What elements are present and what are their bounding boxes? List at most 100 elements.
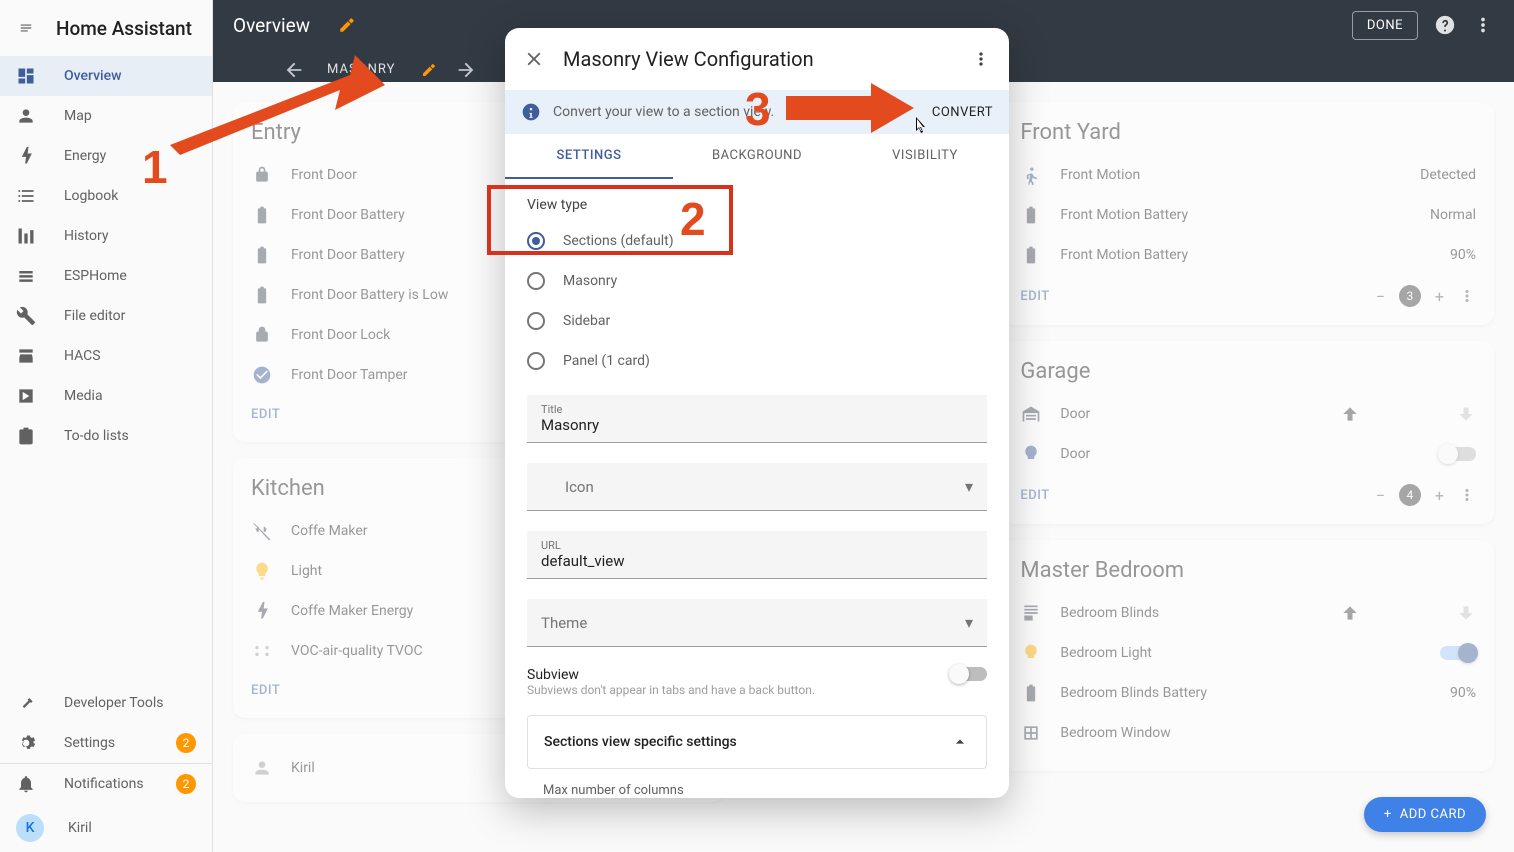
sections-settings-expander[interactable]: Sections view specific settings [527, 715, 987, 769]
entity-row[interactable]: Door [1020, 434, 1476, 474]
edit-button[interactable]: EDIT [251, 683, 280, 698]
menu-toggle-icon[interactable] [16, 21, 36, 35]
sidebar-item-overview[interactable]: Overview [0, 56, 212, 96]
radio-masonry[interactable]: Masonry [527, 261, 987, 301]
overflow-icon[interactable] [1458, 486, 1476, 504]
molecule-icon [251, 641, 273, 661]
edit-button[interactable]: EDIT [251, 407, 280, 422]
tab-next-icon[interactable] [455, 59, 477, 81]
radio-sections[interactable]: Sections (default) [527, 221, 987, 261]
entity-row[interactable]: Front Motion Battery90% [1020, 235, 1476, 275]
sidebar-item-map[interactable]: Map [0, 96, 212, 136]
pencil-icon[interactable] [338, 16, 356, 34]
entity-value: Detected [1420, 167, 1476, 183]
battery-icon [1020, 683, 1042, 703]
sidebar-user[interactable]: K Kiril [0, 804, 212, 852]
sidebar-item-settings[interactable]: Settings 2 [0, 723, 212, 763]
sidebar-item-history[interactable]: History [0, 216, 212, 256]
entity-row[interactable]: Bedroom Blinds Battery90% [1020, 673, 1476, 713]
field-label: Icon [541, 478, 965, 496]
sidebar-item-label: Settings [64, 735, 115, 751]
sidebar-item-devtools[interactable]: Developer Tools [0, 683, 212, 723]
battery-icon [1020, 205, 1042, 225]
sidebar-item-label: Notifications [64, 776, 144, 792]
arrow-down-icon[interactable] [1456, 404, 1476, 424]
entity-row[interactable]: Door [1020, 394, 1476, 434]
field-value: Masonry [541, 416, 973, 434]
subview-toggle[interactable] [951, 667, 987, 681]
entity-row[interactable]: Front Motion BatteryNormal [1020, 195, 1476, 235]
entity-name: Bedroom Light [1060, 645, 1422, 661]
sidebar-item-notifications[interactable]: Notifications 2 [0, 764, 212, 804]
overflow-icon[interactable] [971, 49, 991, 69]
plus-icon[interactable]: + [1435, 486, 1444, 505]
plus-icon[interactable]: + [1435, 287, 1444, 306]
store-icon [16, 346, 36, 366]
tab-settings[interactable]: SETTINGS [505, 134, 673, 179]
sidebar-item-todo[interactable]: To-do lists [0, 416, 212, 456]
toggle-switch[interactable] [1440, 646, 1476, 660]
tab-background[interactable]: BACKGROUND [673, 134, 841, 179]
field-label: Theme [541, 614, 965, 632]
title-field[interactable]: Title Masonry [527, 395, 987, 443]
icon-field[interactable]: Icon ▾ [527, 463, 987, 511]
minus-icon[interactable]: − [1376, 486, 1385, 505]
settings-badge: 2 [176, 733, 196, 753]
radio-icon [527, 232, 545, 250]
arrow-up-icon[interactable] [1340, 404, 1360, 424]
overflow-icon[interactable] [1472, 14, 1494, 36]
edit-button[interactable]: EDIT [1020, 289, 1049, 304]
radio-label: Masonry [563, 273, 617, 289]
radio-panel[interactable]: Panel (1 card) [527, 341, 987, 381]
sidebar-item-label: History [64, 228, 109, 244]
annotation-1: 1 [142, 140, 168, 194]
hammer-icon [16, 693, 36, 713]
entity-row[interactable]: Bedroom Window [1020, 713, 1476, 753]
theme-field[interactable]: Theme ▾ [527, 599, 987, 647]
sidebar-item-esphome[interactable]: ESPHome [0, 256, 212, 296]
expander-title: Sections view specific settings [544, 734, 737, 750]
sidebar-item-hacs[interactable]: HACS [0, 336, 212, 376]
radio-sidebar[interactable]: Sidebar [527, 301, 987, 341]
sidebar-item-label: Media [64, 388, 103, 404]
close-icon[interactable] [523, 48, 545, 70]
edit-button[interactable]: EDIT [1020, 488, 1049, 503]
tab-visibility[interactable]: VISIBILITY [841, 134, 1009, 179]
minus-icon[interactable]: − [1376, 287, 1385, 306]
sidebar-item-energy[interactable]: Energy [0, 136, 212, 176]
add-card-label: ADD CARD [1400, 807, 1466, 822]
convert-button[interactable]: CONVERT [932, 105, 993, 120]
dialog-tabs: SETTINGS BACKGROUND VISIBILITY [505, 134, 1009, 179]
view-type-label: View type [527, 197, 987, 213]
window-icon [1020, 723, 1042, 743]
avatar: K [16, 814, 44, 842]
page-title: Overview [233, 14, 310, 37]
sidebar-item-logbook[interactable]: Logbook [0, 176, 212, 216]
lightbulb-icon [1020, 444, 1042, 464]
arrow-up-icon[interactable] [1340, 603, 1360, 623]
plus-icon: + [1384, 807, 1392, 822]
card-garage: Garage Door Door EDIT − 4 + [1002, 341, 1494, 524]
sidebar-item-media[interactable]: Media [0, 376, 212, 416]
entity-row[interactable]: Bedroom Blinds [1020, 593, 1476, 633]
tab-prev-icon[interactable] [283, 59, 305, 81]
card-title: Garage [1020, 359, 1476, 384]
entity-row[interactable]: Bedroom Light [1020, 633, 1476, 673]
help-icon[interactable] [1434, 14, 1456, 36]
toggle-switch[interactable] [1440, 447, 1476, 461]
dashboard-icon [16, 66, 36, 86]
subview-desc: Subviews don't appear in tabs and have a… [527, 683, 939, 697]
check-circle-icon [251, 365, 273, 385]
chip-icon [16, 266, 36, 286]
url-field[interactable]: URL default_view [527, 531, 987, 579]
sidebar-item-fileeditor[interactable]: File editor [0, 296, 212, 336]
overflow-icon[interactable] [1458, 287, 1476, 305]
done-button[interactable]: DONE [1352, 11, 1418, 40]
arrow-down-icon[interactable] [1456, 603, 1476, 623]
chevron-down-icon: ▾ [965, 613, 973, 632]
entity-row[interactable]: Front Motion Detected [1020, 155, 1476, 195]
entity-name: Front Motion [1060, 167, 1402, 183]
add-card-button[interactable]: + ADD CARD [1364, 797, 1486, 832]
tab-edit-icon[interactable] [421, 62, 437, 78]
entity-name: Bedroom Window [1060, 725, 1476, 741]
